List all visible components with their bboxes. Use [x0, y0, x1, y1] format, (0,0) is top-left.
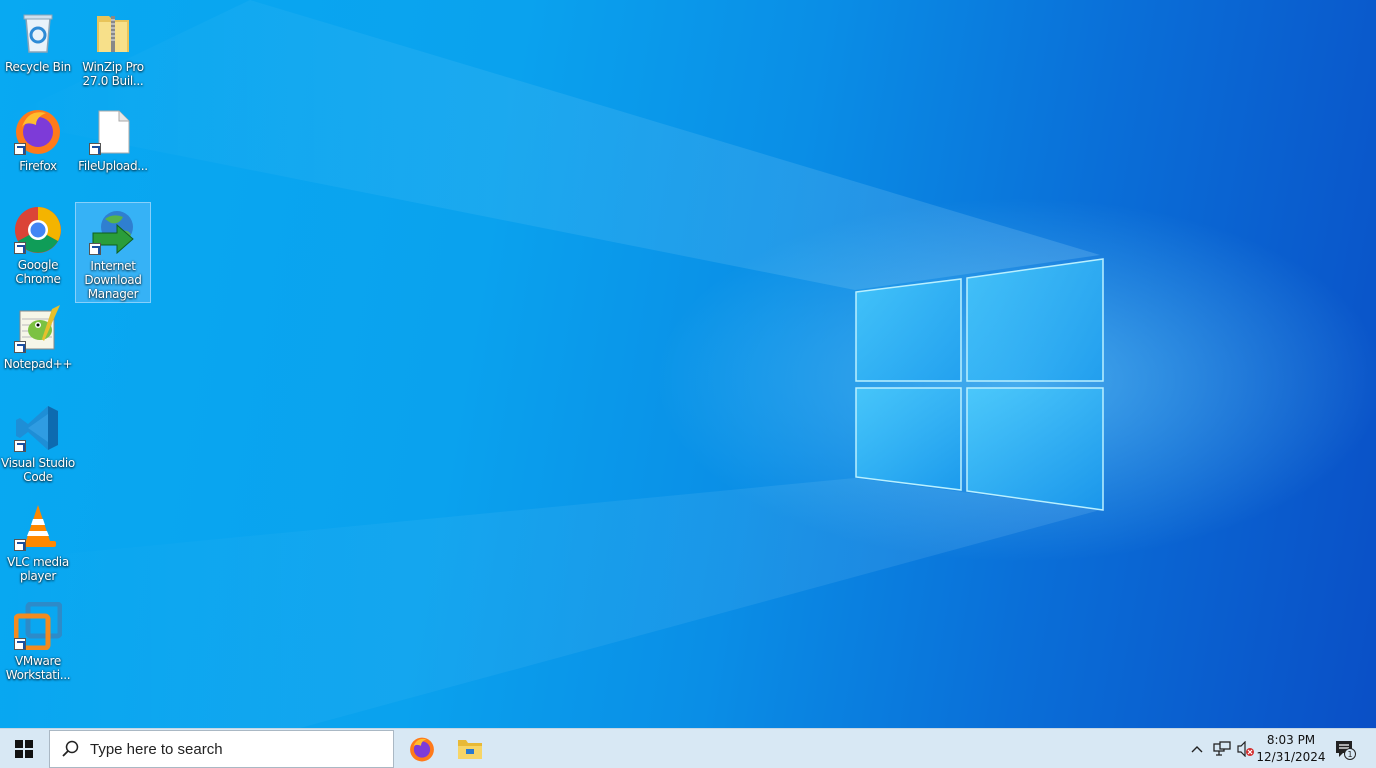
search-icon [62, 740, 79, 757]
shortcut-arrow-icon [14, 440, 26, 452]
icon-label: VMware Workstati... [5, 654, 71, 682]
icon-label: Notepad++ [3, 357, 73, 371]
icon-label: Google Chrome [15, 258, 61, 286]
idm-icon [89, 207, 137, 255]
desktop-icon-fileupload[interactable]: FileUpload... [76, 103, 150, 173]
volume-tray-button[interactable] [1234, 729, 1258, 768]
icon-label: Firefox [19, 159, 57, 173]
vscode-icon [14, 404, 62, 452]
winzip-icon [89, 8, 137, 56]
icon-label: WinZip Pro 27.0 Buil... [82, 60, 144, 88]
notepad-plus-plus-icon [14, 305, 62, 353]
chevron-up-icon [1191, 746, 1203, 753]
search-placeholder: Type here to search [90, 740, 223, 758]
chrome-icon [14, 206, 62, 254]
desktop-icon-winzip[interactable]: WinZip Pro 27.0 Buil... [76, 4, 150, 88]
taskbar-firefox-button[interactable] [398, 729, 446, 768]
icon-label: Recycle Bin [5, 60, 71, 74]
icon-label: FileUpload... [78, 159, 148, 173]
icon-label: VLC media player [7, 555, 69, 583]
action-center-button[interactable]: 1 [1330, 729, 1360, 768]
shortcut-arrow-icon [14, 638, 26, 650]
icon-label: Internet Download Manager [84, 259, 142, 301]
notification-icon: 1 [1336, 741, 1356, 760]
clock-date: 12/31/2024 [1256, 750, 1326, 764]
shortcut-arrow-icon [14, 143, 26, 155]
desktop-icon-recycle-bin[interactable]: Recycle Bin [1, 4, 75, 74]
desktop-icon-vscode[interactable]: Visual Studio Code [1, 400, 75, 484]
volume-muted-icon [1237, 741, 1254, 757]
firefox-icon [14, 107, 62, 155]
shortcut-arrow-icon [89, 243, 101, 255]
desktop-icon-google-chrome[interactable]: Google Chrome [1, 202, 75, 286]
desktop-icon-firefox[interactable]: Firefox [1, 103, 75, 173]
shortcut-arrow-icon [89, 143, 101, 155]
blank-file-icon [89, 107, 137, 155]
windows-start-icon [15, 740, 33, 758]
shortcut-arrow-icon [14, 242, 26, 254]
vmware-icon [13, 601, 63, 651]
desktop-icon-idm[interactable]: Internet Download Manager [75, 202, 151, 303]
desktop-icon-vmware[interactable]: VMware Workstati... [1, 598, 75, 682]
desktop[interactable]: Recycle Bin Firefox Google Chrome Notepa… [0, 0, 1376, 728]
network-icon [1213, 741, 1231, 756]
desktop-icon-notepad-plus-plus[interactable]: Notepad++ [1, 301, 75, 371]
start-button[interactable] [0, 729, 48, 768]
windows-logo-wallpaper [0, 0, 1104, 728]
taskbar-clock[interactable]: 8:03 PM 12/31/2024 [1256, 732, 1326, 766]
file-explorer-icon [458, 740, 482, 759]
recycle-bin-icon [14, 8, 62, 56]
shortcut-arrow-icon [14, 539, 26, 551]
show-hidden-icons-button[interactable] [1186, 729, 1208, 768]
taskbar-file-explorer-button[interactable] [446, 729, 494, 768]
icon-label: Visual Studio Code [1, 456, 75, 484]
taskbar: Type here to search 8:03 PM 12/31/2024 1 [0, 728, 1376, 768]
vlc-icon [14, 503, 62, 551]
taskbar-search-box[interactable]: Type here to search [49, 730, 394, 768]
desktop-icon-vlc[interactable]: VLC media player [1, 499, 75, 583]
firefox-icon [410, 737, 434, 762]
network-tray-button[interactable] [1210, 729, 1234, 768]
clock-time: 8:03 PM [1266, 733, 1316, 747]
notification-count: 1 [1347, 750, 1352, 759]
shortcut-arrow-icon [14, 341, 26, 353]
